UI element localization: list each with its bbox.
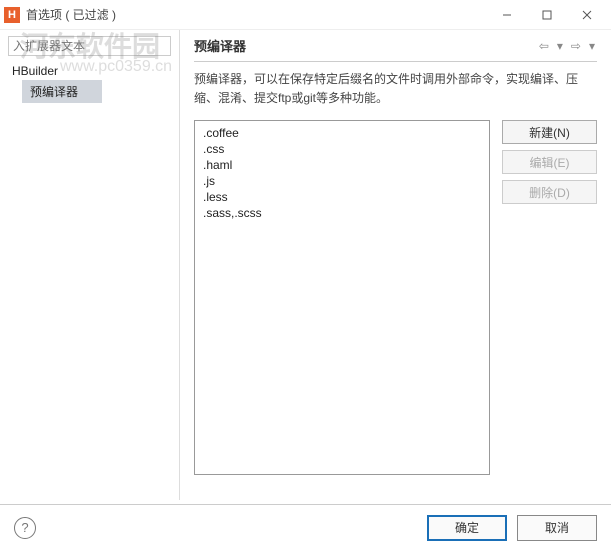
title-bar: H 首选项 ( 已过滤 ) <box>0 0 611 30</box>
nav-dropdown-2-icon[interactable]: ▾ <box>587 39 597 53</box>
sidebar: HBuilder 预编译器 <box>0 30 180 500</box>
nav-arrows: ⇦ ▾ ⇨ ▾ <box>537 39 597 53</box>
footer: ? 确定 取消 <box>0 504 611 550</box>
footer-buttons: 确定 取消 <box>427 515 597 541</box>
nav-back-icon[interactable]: ⇦ <box>537 39 551 53</box>
nav-dropdown-1-icon[interactable]: ▾ <box>555 39 565 53</box>
help-icon[interactable]: ? <box>14 517 36 539</box>
list-item[interactable]: .coffee <box>203 125 481 141</box>
list-item[interactable]: .css <box>203 141 481 157</box>
extensions-list[interactable]: .coffee .css .haml .js .less .sass,.scss <box>194 120 490 475</box>
list-item[interactable]: .less <box>203 189 481 205</box>
close-button[interactable] <box>567 1 607 29</box>
app-icon: H <box>4 7 20 23</box>
content-area: HBuilder 预编译器 预编译器 ⇦ ▾ ⇨ ▾ 预编译器，可以在保存特定后… <box>0 30 611 500</box>
side-buttons: 新建(N) 编辑(E) 删除(D) <box>502 120 597 475</box>
main-panel: 预编译器 ⇦ ▾ ⇨ ▾ 预编译器，可以在保存特定后缀名的文件时调用外部命令，实… <box>180 30 611 500</box>
delete-button[interactable]: 删除(D) <box>502 180 597 204</box>
tree-root-hbuilder[interactable]: HBuilder <box>8 62 171 80</box>
list-item[interactable]: .js <box>203 173 481 189</box>
nav-forward-icon[interactable]: ⇨ <box>569 39 583 53</box>
new-button[interactable]: 新建(N) <box>502 120 597 144</box>
list-item[interactable]: .sass,.scss <box>203 205 481 221</box>
window-controls <box>487 1 607 29</box>
page-title: 预编译器 <box>194 36 246 55</box>
description-text: 预编译器，可以在保存特定后缀名的文件时调用外部命令，实现编译、压缩、混淆、提交f… <box>194 70 597 108</box>
minimize-button[interactable] <box>487 1 527 29</box>
tree-item-precompiler[interactable]: 预编译器 <box>22 80 102 103</box>
cancel-button[interactable]: 取消 <box>517 515 597 541</box>
main-header: 预编译器 ⇦ ▾ ⇨ ▾ <box>194 36 597 62</box>
list-item[interactable]: .haml <box>203 157 481 173</box>
window-title: 首选项 ( 已过滤 ) <box>26 6 487 23</box>
maximize-button[interactable] <box>527 1 567 29</box>
edit-button[interactable]: 编辑(E) <box>502 150 597 174</box>
ok-button[interactable]: 确定 <box>427 515 507 541</box>
filter-input[interactable] <box>8 36 171 56</box>
main-body: .coffee .css .haml .js .less .sass,.scss… <box>194 120 597 475</box>
